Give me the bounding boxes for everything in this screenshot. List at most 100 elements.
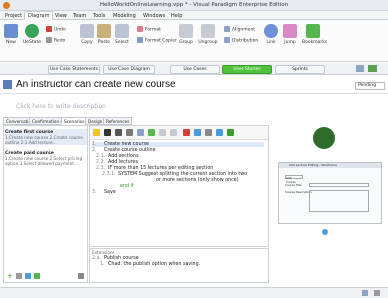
group-button[interactable]: Group (178, 24, 194, 45)
extension-line[interactable]: 2.a. Publish course (92, 256, 139, 261)
distribution-button[interactable]: Distribution (224, 37, 258, 44)
new-icon (4, 24, 18, 38)
undo-icon (46, 26, 52, 32)
jump-icon (283, 24, 297, 38)
indent-icon[interactable] (159, 129, 166, 136)
editor-toolbar (90, 126, 268, 140)
menu-tools[interactable]: Tools (90, 12, 108, 20)
edit-icon[interactable] (16, 273, 22, 279)
extension-line[interactable]: 1. Chad: the publish option when saving. (100, 262, 200, 267)
delete-step-icon[interactable] (183, 129, 190, 136)
title-bar: HelloWorldOnlineLearning.vpp * - Visual … (0, 0, 388, 11)
format-copier-button[interactable]: Format Copier (137, 37, 177, 44)
page-title[interactable]: An instructor can create new course (16, 79, 176, 90)
priority-dropdown[interactable]: Pending (355, 82, 385, 90)
step-line[interactable]: 2.3. IF more than 15 lectures per editing… (96, 166, 213, 171)
bulb-icon[interactable] (93, 129, 100, 136)
step-line[interactable]: 2.3.1. SYSTEM Suggest splitting the curre… (102, 172, 247, 177)
list-item[interactable]: Create first course 1.Create new course 2… (5, 129, 87, 145)
copy-step-icon[interactable] (194, 129, 201, 136)
step-line[interactable]: 2.2. Add lectures (96, 160, 138, 165)
ungroup-button[interactable]: Ungroup (198, 24, 218, 45)
tab-use-case-statements[interactable]: Use Case Statements (48, 65, 100, 74)
tab-user-stories[interactable]: User Stories (222, 65, 272, 74)
format-icon (137, 26, 143, 32)
format-button[interactable]: Format (137, 26, 161, 33)
add-image-icon[interactable] (322, 229, 328, 235)
document-tabs: Use Case Statements Use Case Diagram Use… (0, 63, 388, 75)
menu-windows[interactable]: Windows (140, 12, 168, 20)
step-line[interactable]: 2. Create course outline (92, 148, 156, 153)
delete-icon[interactable] (78, 273, 84, 279)
upstate-button[interactable]: UeState (22, 24, 42, 45)
aperture-icon (313, 127, 335, 149)
link-step-icon[interactable] (216, 129, 223, 136)
story-heading: An instructor can create new course Pend… (0, 76, 388, 94)
tab-use-case-diagram[interactable]: Use Case Diagram (103, 65, 155, 74)
copy-button[interactable]: Copy (80, 24, 94, 45)
story-icon (3, 80, 12, 89)
ungroup-icon (201, 24, 215, 38)
loop-icon[interactable] (126, 129, 133, 136)
step-line[interactable]: 2.1. Add sections (96, 154, 139, 159)
scenario-editor[interactable]: 1. Create new course 2. Create course outl… (89, 125, 269, 247)
distribution-icon (224, 37, 230, 43)
menu-bar: Project Diagram View Team Tools Modeling… (0, 11, 388, 21)
bookmarks-button[interactable]: Bookmarks (302, 24, 327, 45)
alignment-button[interactable]: Alignment (224, 26, 255, 33)
redo-button[interactable]: Redo (46, 37, 65, 44)
wireframe-field (309, 183, 369, 187)
move-down-icon[interactable] (34, 273, 40, 279)
tab-sprints[interactable]: Sprints (275, 65, 325, 74)
tab-use-cases[interactable]: Use Cases (170, 65, 220, 74)
wireframe-field-label: Course Description (285, 190, 312, 194)
wireframe-window[interactable]: Add Lecture Editing - Wireframe Add Cour… (278, 162, 382, 224)
step-line[interactable]: 1. Create new course (92, 142, 264, 147)
description-field[interactable]: Click here to write description (16, 103, 106, 110)
extensions-label: Extensions (92, 250, 115, 255)
menu-view[interactable]: View (52, 12, 70, 20)
export-icon[interactable] (227, 129, 234, 136)
select-icon (115, 24, 129, 38)
wireframe-field-label: Course Title (285, 183, 302, 187)
add-step-icon[interactable] (104, 129, 111, 136)
step-line[interactable]: end if (120, 184, 134, 189)
add-scenario-icon[interactable]: + (7, 272, 13, 280)
if-icon[interactable] (115, 129, 122, 136)
scenario-list: Create first course 1.Create new course 2… (3, 125, 88, 283)
wireframe-header: Add Lecture Editing - Wireframe (279, 163, 381, 168)
list-item[interactable]: Create paid course 1.Create new course 2.… (5, 150, 87, 166)
edit-status-icon[interactable] (374, 290, 380, 296)
link-button[interactable]: Link (264, 24, 278, 45)
ribbon-toolbar: New UeState Undo Redo Copy Paste Select … (0, 20, 388, 62)
alignment-icon (224, 26, 230, 32)
step-line[interactable]: 3. Save (92, 190, 116, 195)
move-up-step-icon[interactable] (137, 129, 144, 136)
history-icon[interactable] (205, 129, 212, 136)
paste-button[interactable]: Paste (97, 24, 111, 45)
new-button[interactable]: New (3, 24, 19, 45)
extensions-panel: Extensions 2.a. Publish course 1. Chad: th… (89, 248, 269, 283)
select-all-button[interactable]: Select (114, 24, 130, 45)
outdent-icon[interactable] (170, 129, 177, 136)
menu-modeling[interactable]: Modeling (110, 12, 139, 20)
paste-icon (97, 24, 111, 38)
move-up-icon[interactable] (25, 273, 31, 279)
list-view-icon[interactable] (368, 65, 377, 72)
wireframe-textarea (309, 190, 369, 212)
mail-icon[interactable] (362, 290, 368, 296)
tab-scenarios[interactable]: Scenarios (61, 117, 88, 125)
menu-help[interactable]: Help (168, 12, 185, 20)
link-icon (264, 24, 278, 38)
menu-project[interactable]: Project (2, 12, 25, 20)
detail-tabs: Conversation Confirmation (0/4) Scenario… (3, 117, 243, 125)
tab-references[interactable]: References (103, 117, 133, 125)
menu-team[interactable]: Team (70, 12, 89, 20)
grid-view-icon[interactable] (356, 65, 364, 72)
jump-button[interactable]: Jump (282, 24, 298, 45)
format-copier-icon (137, 37, 143, 43)
step-line[interactable]: or more sections (only show once) (156, 178, 239, 183)
group-icon (179, 24, 193, 38)
move-down-step-icon[interactable] (148, 129, 155, 136)
undo-button[interactable]: Undo (46, 26, 66, 33)
